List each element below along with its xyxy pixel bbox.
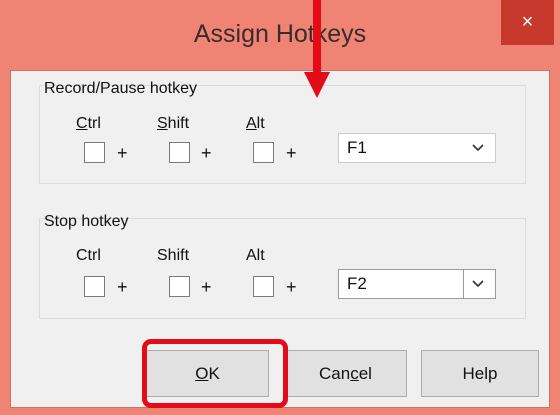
record-ctrl-checkbox[interactable] xyxy=(84,142,105,163)
stop-ctrl-plus: + xyxy=(117,277,128,297)
stop-alt-checkbox[interactable] xyxy=(253,276,274,297)
stop-shift-label: Shift xyxy=(157,247,190,264)
record-ctrl-plus: + xyxy=(117,143,128,163)
record-ctrl-label: Ctrl xyxy=(76,115,101,132)
stop-shift-checkbox[interactable] xyxy=(169,276,190,297)
record-key-value: F1 xyxy=(347,138,367,157)
record-shift-plus: + xyxy=(201,143,212,163)
chevron-down-icon xyxy=(472,144,484,152)
record-shift-checkbox[interactable] xyxy=(169,142,190,163)
stop-key-value: F2 xyxy=(347,274,367,293)
record-alt-checkbox[interactable] xyxy=(253,142,274,163)
record-pause-group-label: Record/Pause hotkey xyxy=(44,80,197,97)
record-alt-plus: + xyxy=(286,143,297,163)
stop-ctrl-label: Ctrl xyxy=(76,247,101,264)
record-alt-label: Alt xyxy=(246,115,265,132)
close-button[interactable]: × xyxy=(501,0,554,45)
stop-key-select[interactable]: F2 xyxy=(338,269,496,299)
record-key-select[interactable]: F1 xyxy=(338,133,496,163)
stop-group-label: Stop hotkey xyxy=(44,213,129,230)
stop-ctrl-checkbox[interactable] xyxy=(84,276,105,297)
chevron-down-icon[interactable] xyxy=(469,277,487,291)
stop-alt-label: Alt xyxy=(246,247,265,264)
assign-hotkeys-dialog: Assign Hotkeys × Record/Pause hotkey Ctr… xyxy=(0,0,560,415)
arrow-down-icon xyxy=(304,0,330,98)
stop-key-field[interactable]: F2 xyxy=(339,270,464,298)
stop-alt-plus: + xyxy=(286,277,297,297)
close-icon: × xyxy=(521,11,534,33)
stop-shift-plus: + xyxy=(201,277,212,297)
title-bar[interactable]: Assign Hotkeys × xyxy=(0,0,560,74)
record-shift-label: Shift xyxy=(157,115,190,132)
window-title: Assign Hotkeys xyxy=(193,20,367,48)
ok-button-highlight xyxy=(142,339,288,408)
cancel-button[interactable]: Cancel xyxy=(284,350,407,397)
help-button[interactable]: Help xyxy=(421,350,539,397)
